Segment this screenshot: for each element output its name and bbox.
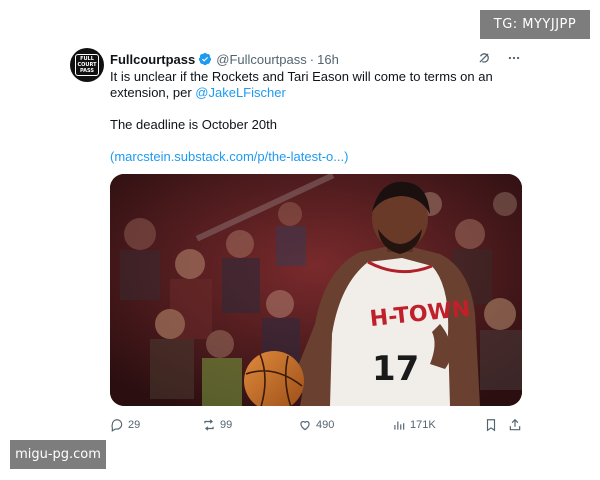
- separator-dot: ·: [309, 51, 315, 67]
- views-icon: [394, 421, 405, 430]
- jersey-number: 17: [372, 349, 419, 389]
- tweet-text: It is unclear if the Rockets and Tari Ea…: [110, 69, 530, 165]
- avatar[interactable]: FULL COURT PASS: [70, 48, 104, 82]
- tg-watermark: TG: MYYJJPP: [480, 10, 590, 39]
- link-close-paren: ): [344, 149, 349, 164]
- share-icon: [509, 418, 521, 431]
- views-button[interactable]: 171K: [392, 416, 436, 434]
- article-link[interactable]: marcstein.substack.com/p/the-latest-o...: [114, 149, 344, 164]
- like-button[interactable]: 490: [298, 416, 334, 434]
- reply-button[interactable]: 29: [110, 416, 140, 434]
- avatar-logo: FULL COURT PASS: [75, 54, 99, 76]
- views-count: 171K: [410, 419, 436, 431]
- display-name[interactable]: Fullcourtpass: [110, 52, 195, 67]
- bookmark-icon: [486, 419, 496, 432]
- bookmark-button[interactable]: [484, 416, 498, 434]
- timestamp[interactable]: 16h: [317, 52, 339, 67]
- tweet-media-photo[interactable]: H-TOWN 17: [110, 174, 522, 406]
- more-icon[interactable]: [506, 50, 522, 66]
- like-count: 490: [316, 419, 335, 431]
- reply-icon: [111, 419, 123, 432]
- tweet-text-line1: It is unclear if the Rockets and Tari Ea…: [110, 69, 493, 100]
- repost-icon: [204, 419, 214, 431]
- grok-icon[interactable]: [476, 50, 492, 66]
- like-icon: [300, 421, 310, 431]
- tweet-text-line2: The deadline is October 20th: [110, 117, 277, 132]
- verified-badge-icon: [199, 52, 212, 66]
- reply-count: 29: [128, 419, 141, 431]
- player-photo: H-TOWN 17: [110, 174, 522, 406]
- handle[interactable]: @Fullcourtpass: [216, 52, 307, 67]
- header-actions: [476, 50, 522, 66]
- tweet-card: FULL COURT PASS Fullcourtpass @Fullcourt…: [68, 44, 534, 440]
- site-watermark: migu-pg.com: [10, 440, 106, 469]
- share-button[interactable]: [508, 416, 522, 434]
- repost-button[interactable]: 99: [202, 416, 232, 434]
- repost-count: 99: [220, 419, 233, 431]
- tweet-header: Fullcourtpass @Fullcourtpass · 16h: [110, 50, 534, 68]
- tweet-action-bar: 29 99 490 171K: [110, 416, 524, 434]
- mention-link[interactable]: @JakeLFischer: [195, 85, 286, 100]
